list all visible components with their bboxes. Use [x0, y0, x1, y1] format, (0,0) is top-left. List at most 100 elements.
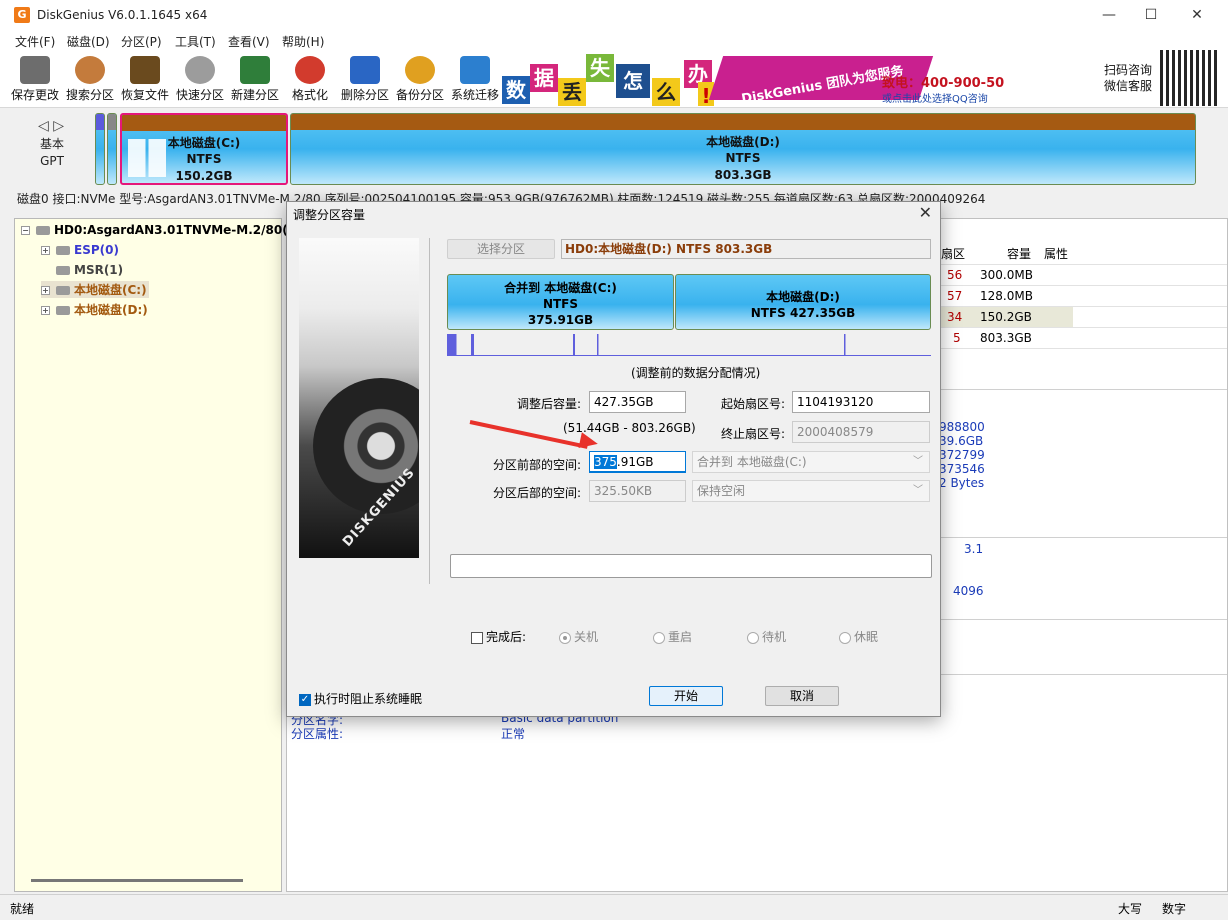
status-caps: 大写 [1118, 902, 1143, 916]
tree-item-esp[interactable]: + ESP(0) [41, 243, 119, 257]
qr-caption: 扫码咨询 微信客服 [1104, 62, 1152, 94]
radio-restart[interactable]: 重启 [653, 628, 692, 645]
partition-d-size: 803.3GB [714, 168, 772, 182]
expand-icon[interactable]: + [41, 246, 50, 255]
table-row-sector: 57 [947, 289, 963, 303]
delete-partition-button[interactable]: 删除分区 [338, 54, 392, 104]
detail-value: 372799 [939, 448, 985, 462]
partition-bar-d[interactable]: 本地磁盘(D:) NTFS 803.3GB [290, 113, 1196, 185]
table-row-sector: 56 [947, 268, 963, 282]
partition-bar-c[interactable]: 本地磁盘(C:) NTFS 150.2GB [120, 113, 288, 185]
resized-partition-fs-size: NTFS 427.35GB [750, 306, 856, 320]
disk-type-gpt: GPT [40, 154, 64, 168]
save-changes-button[interactable]: 保存更改 [8, 54, 62, 104]
recover-files-button[interactable]: 恢复文件 [118, 54, 172, 104]
start-button[interactable]: 开始 [649, 686, 723, 706]
dialog-title: 调整分区容量 [293, 208, 366, 222]
ad-banner[interactable]: 数 据 丢 失 怎 么 办 ! DiskGenius 团队为您服务 致电：400… [502, 52, 1004, 106]
dialog-close-button[interactable]: ✕ [919, 203, 932, 222]
table-row-sector: 5 [953, 331, 961, 345]
menu-file[interactable]: 文件(F) [15, 33, 55, 50]
checkbox-icon[interactable] [471, 631, 483, 644]
disk-nav-arrows[interactable]: ◁ ▷ [38, 118, 64, 134]
menu-disk[interactable]: 磁盘(D) [67, 33, 110, 50]
space-before-label: 分区前部的空间: [493, 458, 582, 472]
menu-help[interactable]: 帮助(H) [282, 33, 324, 50]
menu-partition[interactable]: 分区(P) [121, 33, 162, 50]
qr-caption-line: 微信客服 [1104, 79, 1153, 93]
tree-item-hd0[interactable]: − HD0:AsgardAN3.01TNVMe-M.2/80(95 [21, 223, 304, 237]
status-num: 数字 [1162, 902, 1187, 916]
space-after-input[interactable]: 325.50KB [589, 480, 686, 502]
space-before-input[interactable]: 375.91GB [589, 451, 686, 473]
recover-icon [130, 56, 160, 84]
chevron-down-icon: ﹀ [913, 485, 923, 496]
column-header-sector[interactable]: 扇区 [941, 245, 965, 262]
column-header-attr[interactable]: 属性 [1044, 245, 1068, 262]
banner-phone: 致电：400-900-5080 [882, 76, 1004, 91]
collapse-icon[interactable]: − [21, 226, 30, 235]
progress-bar [450, 554, 932, 578]
detail-value: 4096 [953, 584, 984, 598]
close-button[interactable]: ✕ [1174, 0, 1220, 30]
detail-value: 39.6GB [939, 434, 984, 448]
start-sector-input[interactable]: 1104193120 [792, 391, 930, 413]
minimize-button[interactable]: — [1086, 0, 1132, 30]
column-header-size[interactable]: 容量 [1007, 245, 1031, 262]
space-before-combo[interactable]: 合并到 本地磁盘(C:) ﹀ [692, 451, 930, 473]
tree-item-d[interactable]: + 本地磁盘(D:) [41, 301, 148, 318]
radio-standby[interactable]: 待机 [747, 628, 786, 645]
selected-partition-field: HD0:本地磁盘(D:) NTFS 803.3GB [561, 239, 931, 259]
expand-icon[interactable]: + [41, 286, 50, 295]
cancel-button[interactable]: 取消 [765, 686, 839, 706]
backup-partition-button[interactable]: 备份分区 [393, 54, 447, 104]
radio-shutdown[interactable]: 关机 [559, 628, 598, 645]
menu-bar: 文件(F) 磁盘(D) 分区(P) 工具(T) 查看(V) 帮助(H) [0, 30, 1228, 50]
prevent-sleep-checkbox[interactable]: ✓ 执行时阻止系统睡眠 [299, 690, 422, 707]
qr-code-icon[interactable] [1160, 50, 1218, 106]
partition-bar-msr[interactable] [107, 113, 117, 185]
banner-char: 怎 [616, 64, 650, 98]
magnifier-icon [75, 56, 105, 84]
system-migration-button[interactable]: 系统迁移 [448, 54, 502, 104]
disk-type-basic: 基本 [39, 137, 64, 151]
new-partition-button[interactable]: 新建分区 [228, 54, 282, 104]
radio-icon[interactable] [559, 631, 571, 644]
banner-qq-link[interactable]: 或点击此处选择QQ咨询 [882, 90, 988, 105]
space-after-combo[interactable]: 保持空闲 ﹀ [692, 480, 930, 502]
tree-horizontal-scrollbar[interactable] [31, 879, 243, 882]
partition-bar-esp[interactable] [95, 113, 105, 185]
end-sector-input[interactable]: 2000408579 [792, 421, 930, 443]
partition-c-name: 本地磁盘(C:) [167, 136, 241, 150]
tree-label: ESP(0) [74, 243, 119, 257]
radio-icon[interactable] [839, 631, 851, 644]
partition-icon [56, 286, 70, 295]
radio-icon[interactable] [747, 631, 759, 644]
tree-label: 本地磁盘(D:) [74, 303, 148, 317]
chevron-down-icon: ﹀ [913, 456, 923, 467]
expand-icon[interactable]: + [41, 306, 50, 315]
search-partition-button[interactable]: 搜索分区 [63, 54, 117, 104]
table-row-size: 150.2GB [980, 310, 1032, 324]
checkmark-icon[interactable]: ✓ [299, 693, 311, 706]
after-complete-checkbox[interactable]: 完成后: [471, 628, 526, 645]
merge-target-bar[interactable]: 合并到 本地磁盘(C:) NTFS 375.91GB [447, 274, 674, 330]
radio-icon[interactable] [653, 631, 665, 644]
maximize-button[interactable]: ☐ [1128, 0, 1174, 30]
radio-hibernate[interactable]: 休眠 [839, 628, 878, 645]
select-partition-button[interactable]: 选择分区 [447, 239, 555, 259]
format-button[interactable]: 格式化 [283, 54, 337, 104]
hard-disk-icon [36, 226, 50, 235]
tree-item-msr[interactable]: MSR(1) [56, 263, 123, 277]
quick-partition-button[interactable]: 快速分区 [173, 54, 227, 104]
hard-drive-illustration: DISKGENIUS [299, 238, 419, 558]
tree-item-c[interactable]: + 本地磁盘(C:) [41, 281, 149, 298]
new-size-input[interactable]: 427.35GB [589, 391, 686, 413]
app-icon: G [14, 7, 30, 23]
radio-label: 待机 [762, 630, 787, 644]
dialog-divider [429, 238, 430, 584]
resized-partition-bar[interactable]: 本地磁盘(D:) NTFS 427.35GB [675, 274, 931, 330]
menu-view[interactable]: 查看(V) [228, 33, 270, 50]
merge-target-fs: NTFS [542, 297, 579, 311]
menu-tools[interactable]: 工具(T) [175, 33, 216, 50]
